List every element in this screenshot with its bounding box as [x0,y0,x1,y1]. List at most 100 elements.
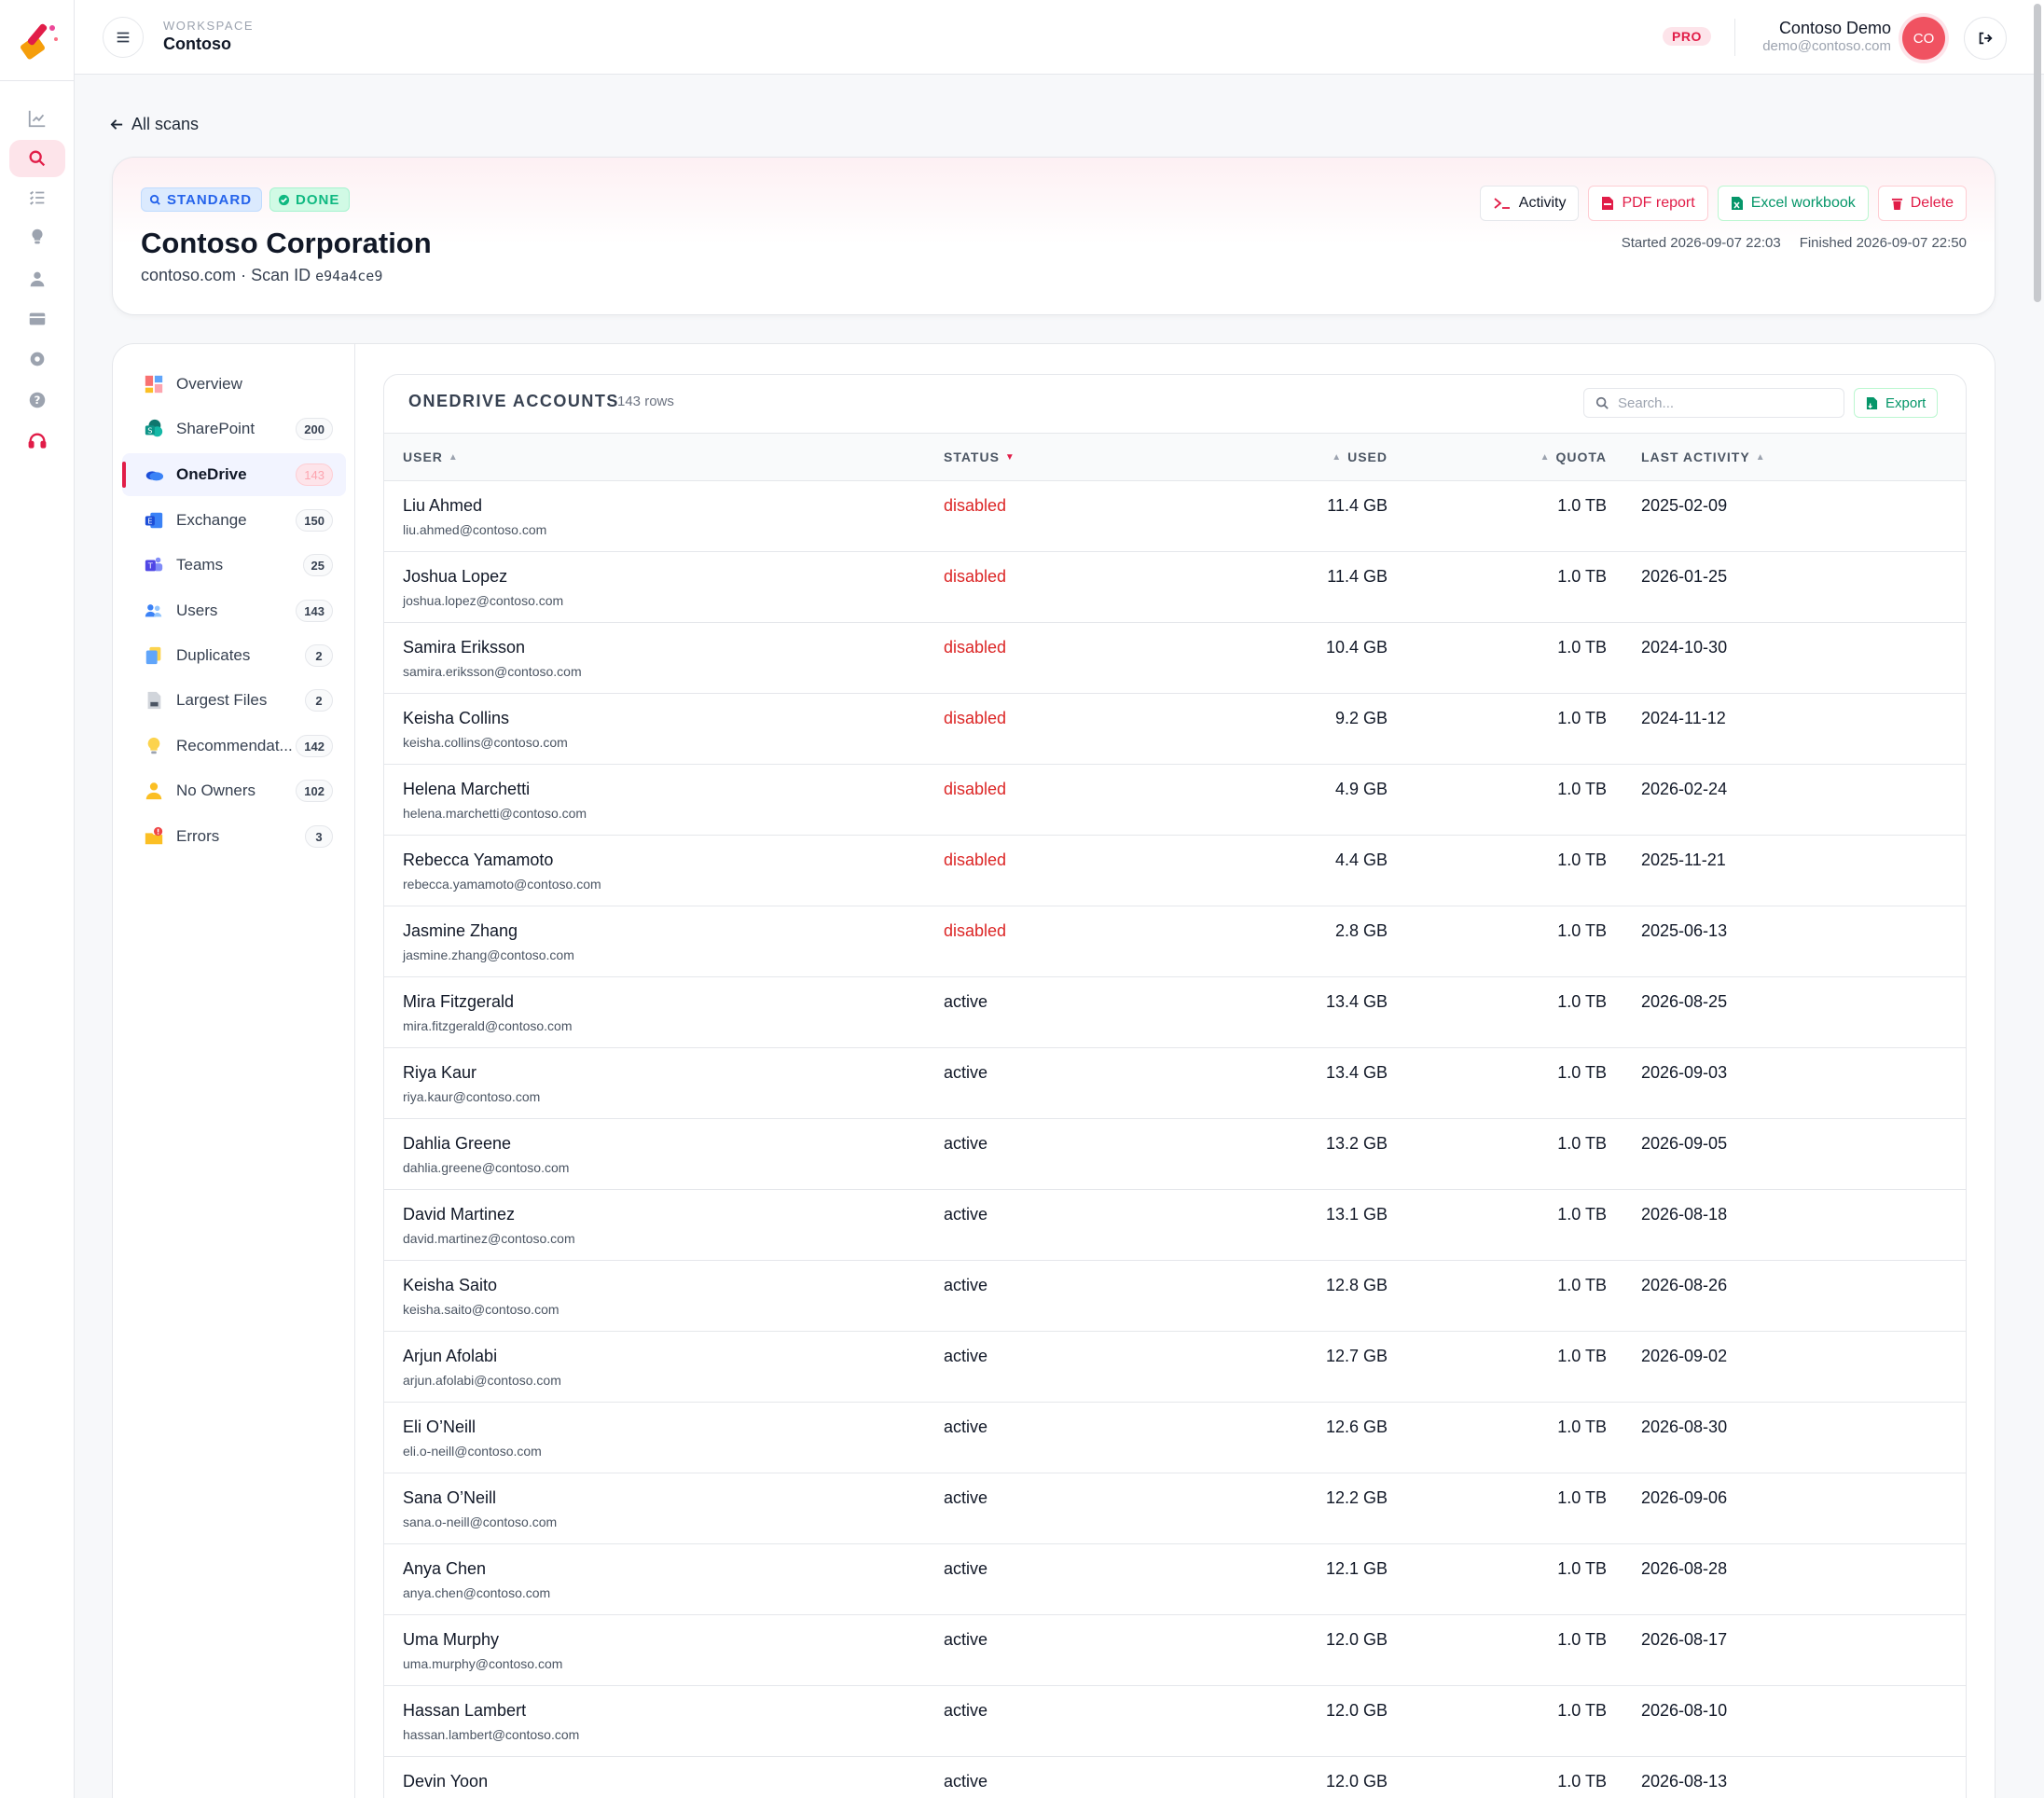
excel-workbook-label: Excel workbook [1750,195,1856,211]
scan-timing: Started 2026-09-07 22:03 Finished 2026-0… [1622,235,1967,251]
duplicates-icon [143,644,165,667]
table-row[interactable]: Hassan Lambert hassan.lambert@contoso.com… [384,1686,1966,1757]
headset-icon[interactable] [9,422,65,460]
table-row[interactable]: Anya Chen anya.chen@contoso.com active 12.1… [384,1544,1966,1615]
back-link[interactable]: All scans [110,115,199,134]
table-row[interactable]: Helena Marchetti helena.marchetti@contoso… [384,765,1966,836]
nav-item-no-owners[interactable]: No Owners 102 [122,769,346,812]
used-cell: 4.4 GB [1334,851,1388,869]
scrollbar-thumb[interactable] [2034,4,2041,302]
card-icon[interactable] [9,300,65,338]
nav-item-teams[interactable]: T Teams 25 [122,544,346,587]
logout-icon [1979,32,1993,45]
last-activity-cell: 2026-08-13 [1641,1772,1728,1791]
user-name-cell: Helena Marchetti [403,780,531,798]
last-activity-cell: 2026-08-17 [1641,1630,1728,1649]
status-cell: disabled [944,638,1007,657]
app-logo[interactable] [11,15,63,67]
col-user[interactable]: USER ▲︎ [403,450,459,464]
user-name-cell: Riya Kaur [403,1063,477,1082]
col-last-activity[interactable]: LAST ACTIVITY ▲︎ [1641,450,1766,464]
table-row[interactable]: Dahlia Greene dahlia.greene@contoso.com ac… [384,1119,1966,1190]
row-count: 143 rows [617,394,674,409]
table-row[interactable]: David Martinez david.martinez@contoso.com… [384,1190,1966,1261]
search-placeholder: Search... [1618,394,1675,411]
table-row[interactable]: Keisha Collins keisha.collins@contoso.com… [384,694,1966,765]
nav-item-duplicates[interactable]: Duplicates 2 [122,634,346,677]
avatar[interactable]: CO [1902,17,1945,60]
recommendations-icon [143,735,165,757]
checklist-icon[interactable] [9,179,65,216]
search-icon [149,194,160,205]
user-email-cell: helena.marchetti@contoso.com [403,806,587,821]
nav-item-exchange[interactable]: E Exchange 150 [122,499,346,542]
user-email-cell: samira.eriksson@contoso.com [403,664,582,679]
table-row[interactable]: Jasmine Zhang jasmine.zhang@contoso.com di… [384,906,1966,977]
scan-header-card: STANDARD DONE Contoso Corporation contos… [112,157,1996,315]
export-file-icon [1866,396,1878,409]
table-row[interactable]: Eli O’Neill eli.o-neill@contoso.com active… [384,1403,1966,1473]
nav-item-recommendat[interactable]: Recommendat... 142 [122,725,346,768]
nav-item-errors[interactable]: Errors 3 [122,815,346,858]
user-icon[interactable] [9,260,65,297]
nav-item-largest-files[interactable]: Largest Files 2 [122,679,346,722]
nav-item-overview[interactable]: Overview [122,363,346,406]
nav-item-count: 200 [296,418,333,440]
col-quota[interactable]: ▲︎ QUOTA [1540,450,1607,464]
gear-icon[interactable] [9,340,65,378]
export-button[interactable]: Export [1854,388,1939,418]
page-scrollbar[interactable] [2033,0,2042,308]
user-name-cell: Keisha Collins [403,709,510,727]
nav-item-label: Largest Files [176,691,268,709]
nav-item-sharepoint[interactable]: S SharePoint 200 [122,408,346,450]
nav-item-label: Teams [176,556,224,574]
last-activity-cell: 2026-02-24 [1641,780,1728,798]
table-row[interactable]: Mira Fitzgerald mira.fitzgerald@contoso.c… [384,977,1966,1048]
user-name-cell: Devin Yoon [403,1772,489,1791]
table-row[interactable]: Keisha Saito keisha.saito@contoso.com acti… [384,1261,1966,1332]
sort-icon: ▲︎ [1755,451,1766,463]
user-name-cell: Dahlia Greene [403,1134,512,1153]
table-header: USER ▲︎ STATUS ▼︎ ▲︎ USED ▲︎ QUOTA LAST ACTI… [384,433,1966,481]
quota-cell: 1.0 TB [1557,1559,1607,1578]
activity-button[interactable]: Activity [1479,186,1580,221]
help-icon[interactable]: ? [9,381,65,419]
table-row[interactable]: Uma Murphy uma.murphy@contoso.com active 12… [384,1615,1966,1686]
user-email-cell: jasmine.zhang@contoso.com [403,947,574,962]
search-input[interactable]: Search... [1583,388,1844,418]
col-status[interactable]: STATUS ▼︎ [944,450,1015,464]
excel-workbook-button[interactable]: Excel workbook [1717,186,1869,221]
nav-item-users[interactable]: Users 143 [122,589,346,632]
chart-icon[interactable] [9,100,65,137]
status-cell: disabled [944,921,1007,940]
user-email-cell: eli.o-neill@contoso.com [403,1444,542,1459]
scan-id: e94a4ce9 [315,268,383,284]
lightbulb-icon[interactable] [9,218,65,256]
user-email-cell: david.martinez@contoso.com [403,1231,575,1246]
table-row[interactable]: Samira Eriksson samira.eriksson@contoso.c… [384,623,1966,694]
user-email-cell: riya.kaur@contoso.com [403,1089,541,1104]
workspace-name[interactable]: Contoso [163,35,231,54]
table-row[interactable]: Rebecca Yamamoto rebecca.yamamoto@contoso… [384,836,1966,906]
table-row[interactable]: Sana O’Neill sana.o-neill@contoso.com acti… [384,1473,1966,1544]
delete-button[interactable]: Delete [1877,186,1967,221]
nav-item-onedrive[interactable]: OneDrive 143 [122,453,346,496]
col-used[interactable]: ▲︎ USED [1332,450,1388,464]
last-activity-cell: 2026-09-05 [1641,1134,1728,1153]
table-row[interactable]: Devin Yoon active 12.0 GB 1.0 TB 2026-08-13 [384,1757,1966,1798]
table-body: Liu Ahmed liu.ahmed@contoso.com disabled 11… [384,481,1966,1798]
table-row[interactable]: Joshua Lopez joshua.lopez@contoso.com disa… [384,552,1966,623]
menu-button[interactable] [103,17,144,58]
table-row[interactable]: Liu Ahmed liu.ahmed@contoso.com disabled 11… [384,481,1966,552]
table-row[interactable]: Arjun Afolabi arjun.afolabi@contoso.com ac… [384,1332,1966,1403]
no-owners-icon [143,780,165,802]
pdf-report-button[interactable]: PDF report [1588,186,1708,221]
last-activity-cell: 2026-08-28 [1641,1559,1728,1578]
sort-icon: ▲︎ [1540,451,1551,463]
scan-search-icon[interactable] [9,140,65,177]
logout-button[interactable] [1964,17,2007,60]
quota-cell: 1.0 TB [1557,1630,1607,1649]
table-row[interactable]: Riya Kaur riya.kaur@contoso.com active 13.4… [384,1048,1966,1119]
left-rail: ? [0,0,75,1798]
scan-status-label: DONE [296,191,340,208]
